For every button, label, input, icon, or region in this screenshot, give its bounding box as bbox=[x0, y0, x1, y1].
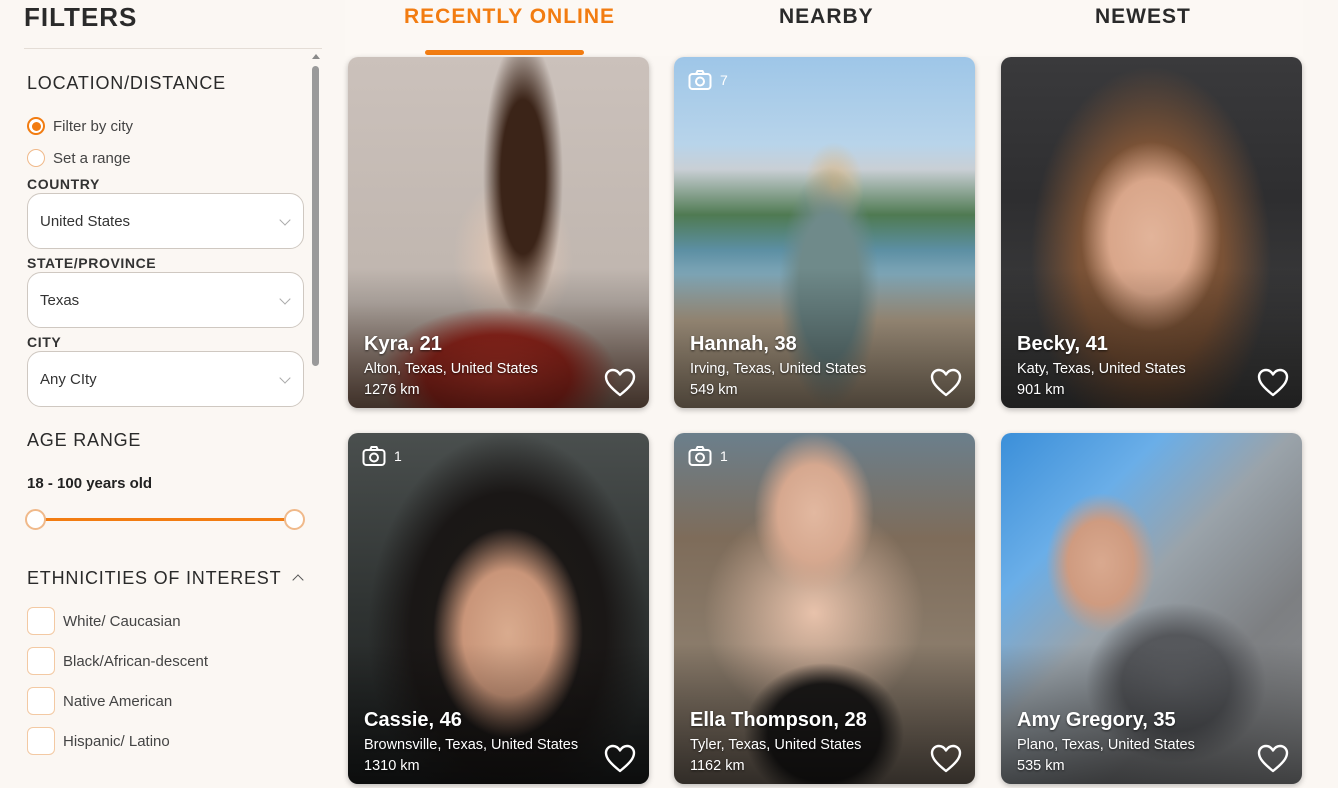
profile-name: Cassie, 46 bbox=[364, 709, 462, 731]
ethnicity-option-native[interactable]: Native American bbox=[27, 687, 172, 715]
profile-name: Amy Gregory, 35 bbox=[1017, 709, 1176, 731]
ethnicity-option-white[interactable]: White/ Caucasian bbox=[27, 607, 181, 635]
tab-newest[interactable]: NEWEST bbox=[1095, 5, 1191, 29]
country-value: United States bbox=[40, 212, 131, 230]
filter-by-city-radio[interactable]: Filter by city bbox=[27, 117, 133, 135]
sidebar-scrollbar[interactable] bbox=[310, 52, 322, 788]
heart-icon[interactable] bbox=[930, 744, 962, 774]
camera-icon bbox=[688, 70, 712, 90]
chevron-down-icon bbox=[279, 293, 291, 305]
profile-name: Hannah, 38 bbox=[690, 333, 797, 355]
active-tab-indicator bbox=[425, 50, 584, 55]
age-range-value: 18 - 100 years old bbox=[27, 475, 153, 492]
age-slider-max-handle[interactable] bbox=[284, 509, 305, 530]
camera-icon bbox=[688, 446, 712, 466]
city-label: CITY bbox=[27, 334, 62, 350]
profile-distance: 549 km bbox=[690, 382, 738, 398]
location-distance-heading: LOCATION/DISTANCE bbox=[27, 73, 226, 93]
profile-card[interactable]: 7 Hannah, 38 Irving, Texas, United State… bbox=[674, 57, 975, 408]
tab-recently-online[interactable]: RECENTLY ONLINE bbox=[404, 5, 615, 29]
ethnicities-heading: ETHNICITIES OF INTEREST bbox=[27, 568, 282, 588]
ethnicity-option-black[interactable]: Black/African-descent bbox=[27, 647, 208, 675]
city-select[interactable]: Any CIty bbox=[27, 351, 304, 407]
profile-location: Alton, Texas, United States bbox=[364, 361, 538, 377]
state-value: Texas bbox=[40, 291, 80, 309]
country-label: COUNTRY bbox=[27, 176, 100, 192]
checkbox[interactable] bbox=[27, 647, 55, 675]
profile-location: Plano, Texas, United States bbox=[1017, 737, 1195, 753]
profile-distance: 535 km bbox=[1017, 758, 1065, 774]
heart-icon[interactable] bbox=[604, 368, 636, 398]
age-range-heading: AGE RANGE bbox=[27, 430, 142, 450]
heart-icon[interactable] bbox=[930, 368, 962, 398]
profile-card[interactable]: 1 Cassie, 46 Brownsville, Texas, United … bbox=[348, 433, 649, 784]
sidebar-divider bbox=[24, 48, 322, 49]
city-value: Any CIty bbox=[40, 370, 97, 388]
profile-card[interactable]: 1 Ella Thompson, 28 Tyler, Texas, United… bbox=[674, 433, 975, 784]
profile-distance: 1310 km bbox=[364, 758, 420, 774]
state-province-label: STATE/PROVINCE bbox=[27, 255, 157, 271]
chevron-up-icon[interactable] bbox=[292, 574, 304, 586]
checkbox[interactable] bbox=[27, 687, 55, 715]
set-a-range-radio[interactable]: Set a range bbox=[27, 149, 131, 167]
heart-icon[interactable] bbox=[1257, 368, 1289, 398]
profile-location: Brownsville, Texas, United States bbox=[364, 737, 579, 753]
scroll-up-arrow-icon[interactable] bbox=[312, 54, 320, 59]
profile-name: Ella Thompson, 28 bbox=[690, 709, 867, 731]
photo-count: 1 bbox=[688, 445, 728, 467]
profile-name: Becky, 41 bbox=[1017, 333, 1108, 355]
profile-location: Tyler, Texas, United States bbox=[690, 737, 862, 753]
chevron-down-icon bbox=[279, 214, 291, 226]
filters-title: FILTERS bbox=[24, 2, 138, 32]
country-select[interactable]: United States bbox=[27, 193, 304, 249]
radio-unchecked-icon[interactable] bbox=[27, 149, 45, 167]
heart-icon[interactable] bbox=[1257, 744, 1289, 774]
ethnicity-label: Hispanic/ Latino bbox=[63, 732, 170, 750]
profile-distance: 1162 km bbox=[690, 758, 745, 774]
chevron-down-icon bbox=[279, 372, 291, 384]
profile-card[interactable]: Amy Gregory, 35 Plano, Texas, United Sta… bbox=[1001, 433, 1302, 784]
profile-card[interactable]: Kyra, 21 Alton, Texas, United States 127… bbox=[348, 57, 649, 408]
ethnicity-label: White/ Caucasian bbox=[63, 612, 181, 630]
ethnicity-label: Black/African-descent bbox=[63, 652, 209, 670]
scroll-thumb[interactable] bbox=[312, 66, 319, 366]
age-slider-min-handle[interactable] bbox=[25, 509, 46, 530]
ethnicity-label: Native American bbox=[63, 692, 173, 710]
photo-count-value: 7 bbox=[720, 72, 728, 88]
set-a-range-label: Set a range bbox=[53, 149, 131, 167]
camera-icon bbox=[362, 446, 386, 466]
profile-distance: 1276 km bbox=[364, 382, 420, 398]
radio-checked-icon[interactable] bbox=[27, 117, 45, 135]
profile-location: Katy, Texas, United States bbox=[1017, 361, 1186, 377]
photo-count-value: 1 bbox=[394, 448, 402, 464]
photo-count: 7 bbox=[688, 69, 728, 91]
heart-icon[interactable] bbox=[604, 744, 636, 774]
state-select[interactable]: Texas bbox=[27, 272, 304, 328]
profile-distance: 901 km bbox=[1017, 382, 1065, 398]
checkbox[interactable] bbox=[27, 727, 55, 755]
profile-location: Irving, Texas, United States bbox=[690, 361, 867, 377]
filters-sidebar: FILTERS LOCATION/DISTANCE Filter by city… bbox=[0, 0, 325, 788]
profile-card[interactable]: Becky, 41 Katy, Texas, United States 901… bbox=[1001, 57, 1302, 408]
age-slider-track[interactable] bbox=[36, 518, 294, 521]
filter-by-city-label: Filter by city bbox=[53, 117, 134, 135]
photo-count: 1 bbox=[362, 445, 402, 467]
tab-nearby[interactable]: NEARBY bbox=[779, 5, 874, 29]
profile-name: Kyra, 21 bbox=[364, 333, 442, 355]
ethnicity-option-hispanic[interactable]: Hispanic/ Latino bbox=[27, 727, 170, 755]
photo-count-value: 1 bbox=[720, 448, 728, 464]
checkbox[interactable] bbox=[27, 607, 55, 635]
